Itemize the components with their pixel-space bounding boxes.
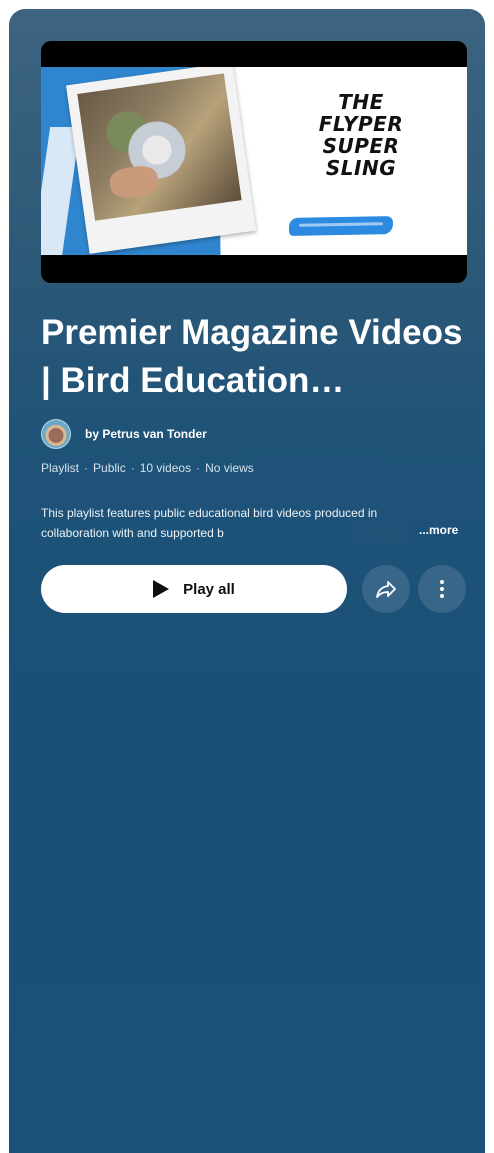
more-dot (440, 594, 444, 598)
share-icon (376, 581, 396, 598)
playlist-owner: by Petrus van Tonder (41, 417, 207, 451)
thumbnail-title-text: THE FLYPER SUPER SLING (318, 90, 404, 180)
description-more-link[interactable]: ...more (419, 523, 458, 537)
playlist-meta: Playlist · Public · 10 videos · No views (41, 461, 254, 475)
more-dot (440, 587, 444, 591)
more-vert-icon (440, 580, 444, 598)
meta-visibility: Public (93, 461, 126, 475)
playlist-title: Premier Magazine Videos | Bird Education… (41, 313, 463, 400)
owner-name[interactable]: by Petrus van Tonder (85, 427, 207, 441)
playlist-header-panel: THE FLYPER SUPER SLING Premier Magazine … (9, 9, 485, 1153)
more-actions-button[interactable] (418, 565, 466, 613)
meta-type: Playlist (41, 461, 80, 475)
description-fade (339, 523, 409, 543)
thumbnail-image: THE FLYPER SUPER SLING (41, 67, 467, 255)
playlist-thumbnail[interactable]: THE FLYPER SUPER SLING (41, 41, 467, 283)
play-all-button[interactable]: Play all (41, 565, 347, 613)
meta-video-count: 10 videos (139, 461, 192, 475)
meta-separator: · (196, 461, 201, 475)
meta-separator: · (84, 461, 89, 475)
share-button[interactable] (362, 565, 410, 613)
play-icon (153, 580, 170, 598)
meta-views: No views (205, 461, 254, 475)
play-all-label: Play all (183, 580, 235, 598)
thumbnail-brush-line (298, 222, 383, 227)
more-dot (440, 580, 444, 584)
thumbnail-brush-stroke (288, 216, 394, 236)
thumbnail-bird-photo (77, 73, 242, 221)
owner-avatar[interactable] (41, 419, 71, 449)
thumbnail-hand-shape (108, 163, 160, 201)
thumbnail-polaroid-photo (65, 67, 257, 254)
meta-separator: · (130, 461, 135, 475)
